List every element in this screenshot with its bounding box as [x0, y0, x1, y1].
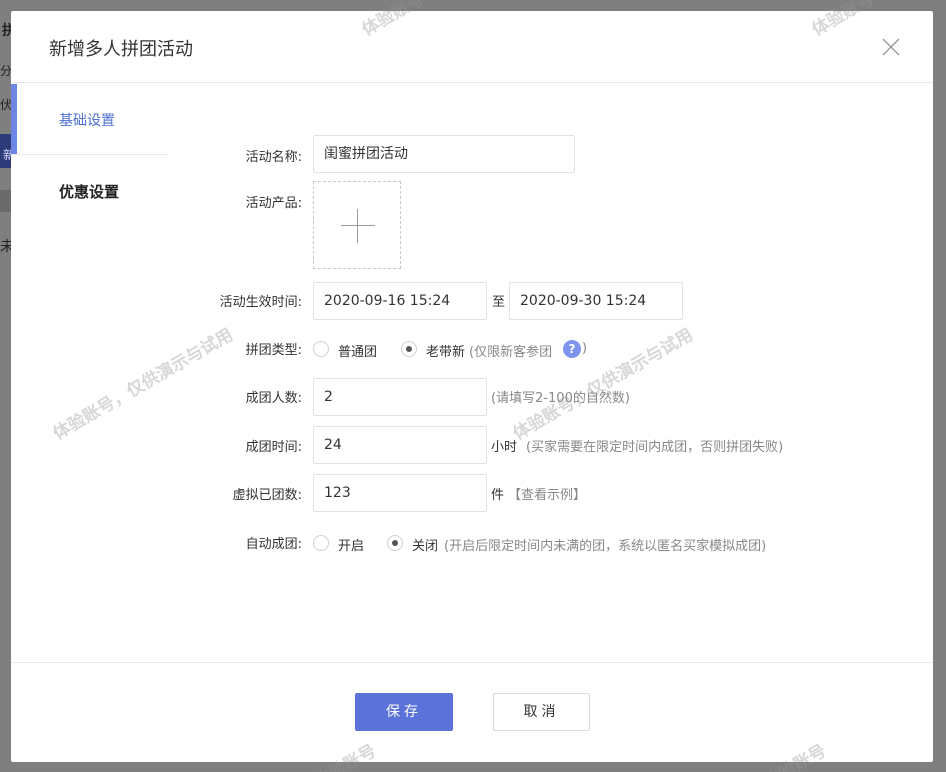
modal-title: 新增多人拼团活动 [49, 39, 193, 60]
end-time-input[interactable]: 2020-09-30 15:24 [509, 282, 683, 320]
modal-header: 新增多人拼团活动 [11, 11, 933, 83]
group-size-label: 成团人数: [245, 391, 302, 406]
virtual-count-unit: 件 [491, 488, 505, 503]
group-duration-label: 成团时间: [245, 440, 302, 455]
group-size-hint: (请填写2-100的自然数) [491, 391, 630, 406]
create-group-buy-modal: 新增多人拼团活动 基础设置 优惠设置 活动名称: 闺蜜拼团活动 活动产品: 活动… [11, 11, 933, 762]
save-button[interactable]: 保存 [355, 693, 453, 731]
tab-basic-settings[interactable]: 基础设置 [11, 84, 168, 154]
group-duration-hint: (买家需要在限定时间内成团，否则拼团失败) [526, 440, 784, 455]
auto-group-on-label: 开启 [338, 539, 365, 554]
close-icon[interactable] [881, 37, 901, 57]
group-size-input[interactable]: 2 [313, 378, 487, 416]
group-type-normal-radio[interactable] [313, 341, 329, 357]
group-type-hint: (仅限新客参团 [469, 345, 553, 360]
settings-sidebar: 基础设置 优惠设置 [11, 84, 168, 662]
group-type-normal-label: 普通团 [338, 345, 378, 360]
activity-name-input[interactable]: 闺蜜拼团活动 [313, 135, 575, 173]
activity-product-label: 活动产品: [245, 196, 302, 211]
auto-group-off-radio[interactable] [387, 535, 403, 551]
tab-discount-settings[interactable]: 优惠设置 [11, 154, 168, 662]
activity-name-label: 活动名称: [245, 150, 302, 165]
auto-group-label: 自动成团: [245, 537, 302, 552]
tab-discount-settings-label: 优惠设置 [59, 183, 120, 201]
group-duration-unit: 小时 [491, 440, 518, 455]
view-example-link[interactable]: 【查看示例】 [508, 484, 586, 503]
auto-group-on-radio[interactable] [313, 535, 329, 551]
time-separator: 至 [492, 295, 506, 310]
effective-time-label: 活动生效时间: [219, 295, 302, 310]
cancel-button[interactable]: 取消 [493, 693, 590, 731]
basic-settings-form: 活动名称: 闺蜜拼团活动 活动产品: 活动生效时间: 2020-09-16 15… [168, 84, 933, 662]
group-duration-input[interactable]: 24 [313, 426, 487, 464]
modal-footer: 保存 取消 [11, 662, 933, 762]
tab-basic-settings-label: 基础设置 [59, 113, 115, 129]
virtual-count-input[interactable]: 123 [313, 474, 487, 512]
group-type-referral-radio[interactable] [401, 341, 417, 357]
start-time-input[interactable]: 2020-09-16 15:24 [313, 282, 487, 320]
group-type-label: 拼团类型: [245, 343, 302, 358]
add-product-plus-icon[interactable] [313, 181, 401, 269]
group-type-hint-close: ) [582, 341, 588, 356]
help-icon[interactable]: ? [563, 340, 581, 358]
virtual-count-label: 虚拟已团数: [232, 488, 302, 503]
auto-group-off-label: 关闭 [412, 539, 439, 554]
auto-group-hint: (开启后限定时间内未满的团，系统以匿名买家模拟成团) [444, 539, 767, 554]
group-type-referral-label: 老带新 [426, 345, 466, 360]
